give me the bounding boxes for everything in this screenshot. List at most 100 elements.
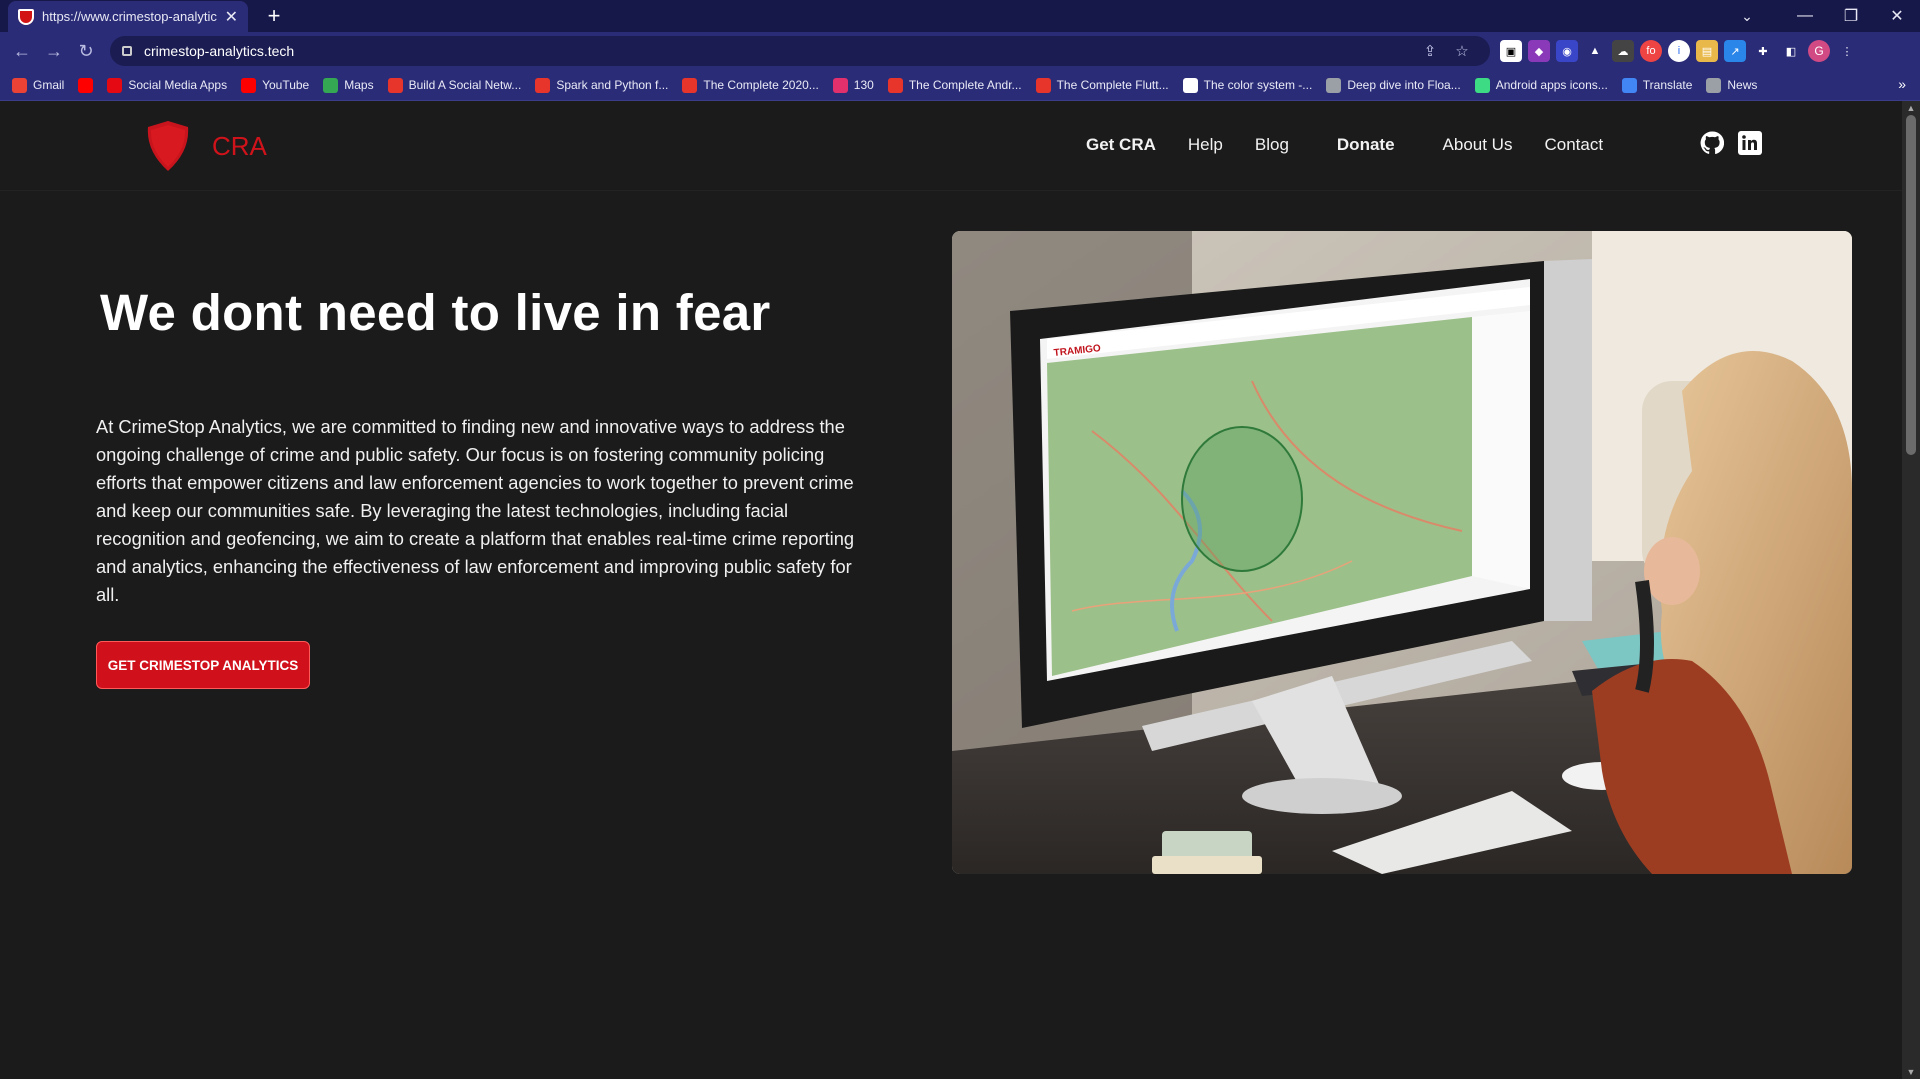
instagram-icon [832,77,848,93]
globe-icon [1706,77,1722,93]
bookmark-label: Social Media Apps [128,78,228,92]
bookmark-label: The Complete Flutt... [1056,78,1169,92]
github-icon[interactable] [1700,131,1725,155]
extension-fo-icon[interactable]: fo [1640,40,1662,62]
computer-workspace-illustration: TRAMIGO [952,231,1852,874]
address-bar[interactable]: crimestop-analytics.tech ⇪ ☆ [110,36,1490,66]
window-controls: ⌄ — ❐ ✕ [1732,0,1920,32]
translate-icon [1621,77,1637,93]
udemy-icon [887,77,903,93]
restore-button[interactable]: ❐ [1828,6,1874,26]
bookmark-item[interactable]: 130 [832,77,874,93]
extension-lock-icon[interactable]: ▣ [1500,40,1522,62]
bookmark-star-icon[interactable]: ☆ [1446,42,1478,60]
extension-info-icon[interactable]: i [1668,40,1690,62]
forward-arrow-icon[interactable]: → [38,36,70,66]
bookmark-item[interactable]: Deep dive into Floa... [1326,77,1461,93]
bookmark-label: Android apps icons... [1495,78,1608,92]
extensions-bar: ▣ ◆ ◉ ▲ ☁ fo i ▤ ↗ ✚ ◧ G ⋮ [1500,36,1858,66]
gmail-icon [12,77,27,93]
page-icon [1182,77,1198,93]
bookmark-item[interactable]: YouTube [241,77,310,93]
nav-help[interactable]: Help [1188,135,1223,155]
bookmark-item[interactable]: Spark and Python f... [535,77,669,93]
bookmarks-overflow-icon[interactable]: » [1898,76,1906,92]
tab-title: https://www.crimestop-analytics. [42,9,217,24]
bookmark-item[interactable]: Build A Social Netw... [387,77,522,93]
side-panel-icon[interactable]: ◧ [1780,40,1802,62]
bookmark-label: Build A Social Netw... [408,78,522,92]
bookmarks-bar: Gmail Social Media Apps YouTube Maps Build A… [0,70,1920,101]
share-icon[interactable]: ⇪ [1414,42,1446,60]
bookmark-label: Deep dive into Floa... [1347,78,1461,92]
bookmark-label: The Complete Andr... [908,78,1022,92]
web-page: CRA Get CRA Help Blog Donate About Us Co… [0,101,1902,1079]
minimize-button[interactable]: — [1782,7,1828,25]
bookmark-label: YouTube [262,78,310,92]
udemy-icon [1035,77,1051,93]
browser-menu-icon[interactable]: ⋮ [1836,40,1858,62]
bookmark-label: The color system -... [1203,78,1313,92]
netflix-icon [107,77,123,93]
scroll-thumb[interactable] [1906,115,1916,455]
youtube-icon [78,77,94,93]
tab-search-icon[interactable]: ⌄ [1732,8,1762,25]
bookmark-label: Translate [1642,78,1693,92]
bookmark-label: Spark and Python f... [556,78,669,92]
android-icon [1474,77,1490,93]
lock-icon [122,46,132,56]
scroll-up-arrow-icon[interactable]: ▲ [1902,103,1920,113]
get-crimestop-analytics-button[interactable]: GET CRIMESTOP ANALYTICS [96,641,310,689]
bookmark-item[interactable]: The Complete Flutt... [1035,77,1169,93]
extension-cloud-icon[interactable]: ☁ [1612,40,1634,62]
extension-link-icon[interactable]: ↗ [1724,40,1746,62]
profile-avatar[interactable]: G [1808,40,1830,62]
nav-get-cra[interactable]: Get CRA [1086,135,1156,155]
social-links [1700,131,1762,155]
maps-icon [323,77,339,93]
brand-name: CRA [212,130,267,161]
linkedin-icon[interactable] [1738,131,1762,155]
bookmark-label: 130 [853,78,874,92]
extensions-puzzle-icon[interactable]: ✚ [1752,40,1774,62]
bookmark-item[interactable]: Android apps icons... [1474,77,1608,93]
bookmark-item[interactable]: Maps [323,77,374,93]
shield-logo-icon [147,121,189,171]
udemy-icon [682,77,698,93]
browser-tab[interactable]: https://www.crimestop-analytics. ✕ [8,1,248,32]
back-arrow-icon[interactable]: ← [6,36,38,66]
bookmark-label: Gmail [33,78,65,92]
bookmark-item[interactable]: The Complete 2020... [682,77,819,93]
brand-logo[interactable]: CRA [144,119,267,173]
tab-strip: https://www.crimestop-analytics. ✕ + ⌄ —… [0,0,1920,32]
extension-pocket-icon[interactable]: ◆ [1528,40,1550,62]
reload-icon[interactable]: ↻ [70,36,102,66]
bookmark-item[interactable]: News [1706,77,1758,93]
close-tab-icon[interactable]: ✕ [225,7,238,27]
bookmark-label: The Complete 2020... [703,78,819,92]
extension-triangle-icon[interactable]: ▲ [1584,40,1606,62]
bookmark-item[interactable]: Gmail [12,77,65,93]
url-text[interactable]: crimestop-analytics.tech [144,43,1414,59]
page-scrollbar[interactable]: ▲ ▼ [1902,101,1920,1079]
hero-paragraph: At CrimeStop Analytics, we are committed… [96,416,855,605]
site-favicon-icon [18,8,34,25]
bookmark-item[interactable]: The Complete Andr... [887,77,1022,93]
bookmark-item[interactable]: Social Media Apps [107,77,228,93]
new-tab-button[interactable]: + [260,2,288,30]
udemy-icon [387,77,403,93]
nav-donate[interactable]: Donate [1337,135,1395,155]
nav-blog[interactable]: Blog [1255,135,1289,155]
bookmark-label: News [1727,78,1758,92]
nav-about-us[interactable]: About Us [1443,135,1513,155]
nav-contact[interactable]: Contact [1544,135,1603,155]
scroll-down-arrow-icon[interactable]: ▼ [1902,1067,1920,1077]
extension-badge-icon[interactable]: ◉ [1556,40,1578,62]
bookmark-item[interactable] [78,77,99,93]
udemy-icon [535,77,551,93]
globe-icon [1326,77,1342,93]
bookmark-item[interactable]: The color system -... [1182,77,1313,93]
extension-notes-icon[interactable]: ▤ [1696,40,1718,62]
close-window-button[interactable]: ✕ [1874,6,1920,26]
bookmark-item[interactable]: Translate [1621,77,1693,93]
